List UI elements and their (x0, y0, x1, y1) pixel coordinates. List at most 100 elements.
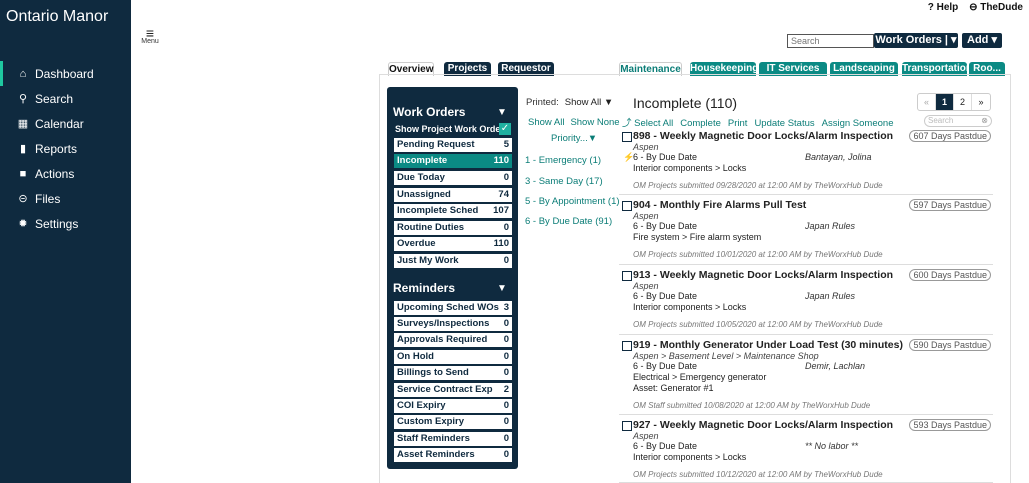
work-order-priority: 6 - By Due Date (633, 291, 698, 301)
work-order-checkbox[interactable] (622, 341, 632, 351)
wo-filter-pending-request[interactable]: Pending Request 5 (394, 138, 512, 152)
work-order-checkbox[interactable] (622, 132, 632, 142)
work-order-priority: 6 - By Due Date (633, 152, 698, 162)
row-count: 0 (503, 449, 509, 460)
wo-filter-routine-duties[interactable]: Routine Duties 0 (394, 221, 512, 235)
list-title: Incomplete (110) (633, 95, 738, 111)
list-actions: ⤴ Select All Complete Print Update Status As… (622, 115, 900, 129)
calendar-icon: ▦ (17, 118, 29, 130)
search-icon: ⚲ (18, 93, 28, 105)
work-order-priority: 6 - By Due Date (633, 441, 698, 451)
wo-filter-overdue[interactable]: Overdue 110 (394, 237, 512, 251)
row-label: Approvals Required (397, 334, 488, 345)
printed-filter: Printed: Show All ▼ (526, 97, 613, 108)
reminder-staff[interactable]: Staff Reminders 0 (394, 432, 512, 446)
row-count: 0 (503, 255, 509, 266)
row-count: 0 (503, 222, 509, 233)
show-none-link[interactable]: Show None (570, 117, 619, 128)
list-search-input[interactable]: Search ⊗ (924, 115, 992, 127)
next-page-button[interactable]: » (972, 94, 990, 110)
work-orders-collapse-icon[interactable]: ▼ (497, 107, 507, 118)
work-order-assignee: Bantayan, Jolina (805, 152, 872, 162)
sidebar-item-calendar[interactable]: ▦ Calendar (0, 111, 131, 136)
reminder-upcoming-sched[interactable]: Upcoming Sched WOs 3 (394, 301, 512, 315)
sidebar-item-actions[interactable]: ■ Actions (0, 161, 131, 186)
row-label: Staff Reminders (397, 433, 470, 444)
wo-filter-just-my-work[interactable]: Just My Work 0 (394, 254, 512, 268)
hamburger-icon: ≡ (145, 25, 155, 41)
sidebar-item-label: Search (35, 91, 74, 106)
page-1-button[interactable]: 1 (936, 94, 954, 110)
row-label: COI Expiry (397, 400, 446, 411)
row-label: Just My Work (397, 255, 459, 266)
row-label: Unassigned (397, 189, 451, 200)
reminder-billings[interactable]: Billings to Send 0 (394, 366, 512, 380)
wo-filter-due-today[interactable]: Due Today 0 (394, 171, 512, 185)
work-order-category: Interior components > Locks (633, 452, 747, 462)
work-order-assignee: Demir, Lachlan (805, 361, 866, 371)
row-count: 0 (503, 318, 509, 329)
reminder-custom-expiry[interactable]: Custom Expiry 0 (394, 415, 512, 429)
sidebar-item-reports[interactable]: ▮ Reports (0, 136, 131, 161)
work-order-title[interactable]: 898 - Weekly Magnetic Door Locks/Alarm I… (633, 130, 893, 142)
sidebar-item-search[interactable]: ⚲ Search (0, 86, 131, 111)
show-project-checkbox[interactable]: ✓ (499, 123, 511, 135)
add-button[interactable]: Add ▾ (962, 33, 1002, 48)
user-menu[interactable]: ⊖ TheDude (969, 2, 1023, 13)
work-order-asset: Asset: Generator #1 (633, 383, 714, 393)
page-2-button[interactable]: 2 (954, 94, 972, 110)
work-order-title[interactable]: 913 - Weekly Magnetic Door Locks/Alarm I… (633, 269, 893, 281)
row-label: Due Today (397, 172, 445, 183)
row-label: Service Contract Exp (397, 384, 493, 395)
wo-filter-incomplete-sched[interactable]: Incomplete Sched 107 (394, 204, 512, 218)
printed-dropdown[interactable]: Show All ▼ (565, 97, 613, 108)
clear-search-icon[interactable]: ⊗ (981, 116, 988, 126)
reminder-service-contract[interactable]: Service Contract Exp 2 (394, 383, 512, 397)
work-order-checkbox[interactable] (622, 271, 632, 281)
priority-filter-by-due-date[interactable]: 6 - By Due Date (91) (525, 216, 612, 227)
show-all-link[interactable]: Show All (528, 117, 564, 128)
work-orders-panel: Work Orders ▼ Show Project Work Orders ✓… (387, 87, 518, 469)
pastdue-badge: 593 Days Pastdue (909, 419, 991, 431)
sidebar: Ontario Manor ⌂ Dashboard ⚲ Search ▦ Calend… (0, 0, 131, 483)
wo-filter-unassigned[interactable]: Unassigned 74 (394, 188, 512, 202)
reminder-surveys[interactable]: Surveys/Inspections 0 (394, 317, 512, 331)
wo-filter-incomplete[interactable]: Incomplete 110 (394, 154, 512, 168)
row-count: 0 (503, 367, 509, 378)
reminders-collapse-icon[interactable]: ▼ (497, 283, 507, 294)
sidebar-item-label: Dashboard (35, 66, 94, 81)
top-links: ? Help ⊖ TheDude (920, 2, 1023, 13)
priority-filter-by-appointment[interactable]: 5 - By Appointment (1) (525, 196, 620, 207)
sidebar-item-files[interactable]: ⊝ Files (0, 186, 131, 211)
gear-icon: ✹ (18, 218, 28, 230)
menu-button[interactable]: ≡ Menu (140, 25, 160, 45)
work-order-item[interactable]: 927 - Weekly Magnetic Door Locks/Alarm I… (619, 417, 993, 483)
work-order-checkbox[interactable] (622, 421, 632, 431)
reminder-on-hold[interactable]: On Hold 0 (394, 350, 512, 364)
row-label: Routine Duties (397, 222, 465, 233)
sidebar-item-settings[interactable]: ✹ Settings (0, 211, 131, 236)
work-orders-button[interactable]: Work Orders | ▾ (874, 33, 958, 48)
global-search-input[interactable] (787, 34, 874, 48)
priority-filter-same-day[interactable]: 3 - Same Day (17) (525, 176, 603, 187)
work-order-item[interactable]: 913 - Weekly Magnetic Door Locks/Alarm I… (619, 267, 993, 335)
prev-page-button[interactable]: « (918, 94, 936, 110)
work-order-item[interactable]: 904 - Monthly Fire Alarms Pull Test 597 … (619, 197, 993, 265)
work-order-item[interactable]: 919 - Monthly Generator Under Load Test … (619, 337, 993, 415)
work-order-title[interactable]: 927 - Weekly Magnetic Door Locks/Alarm I… (633, 419, 893, 431)
row-label: Surveys/Inspections (397, 318, 490, 329)
priority-filter-emergency[interactable]: 1 - Emergency (1) (525, 155, 601, 166)
work-order-checkbox[interactable] (622, 201, 632, 211)
work-order-title[interactable]: 904 - Monthly Fire Alarms Pull Test (633, 199, 806, 211)
reminder-asset[interactable]: Asset Reminders 0 (394, 448, 512, 462)
work-order-item[interactable]: 898 - Weekly Magnetic Door Locks/Alarm I… (619, 128, 993, 195)
work-order-title[interactable]: 919 - Monthly Generator Under Load Test … (633, 339, 903, 351)
pastdue-badge: 607 Days Pastdue (909, 130, 991, 142)
help-link[interactable]: ? Help (928, 2, 959, 13)
reminder-approvals[interactable]: Approvals Required 0 (394, 333, 512, 347)
sidebar-item-dashboard[interactable]: ⌂ Dashboard (0, 61, 131, 86)
priority-dropdown[interactable]: Priority...▼ (551, 133, 597, 144)
row-label: Asset Reminders (397, 449, 475, 460)
work-order-category: Interior components > Locks (633, 302, 747, 312)
reminder-coi-expiry[interactable]: COI Expiry 0 (394, 399, 512, 413)
